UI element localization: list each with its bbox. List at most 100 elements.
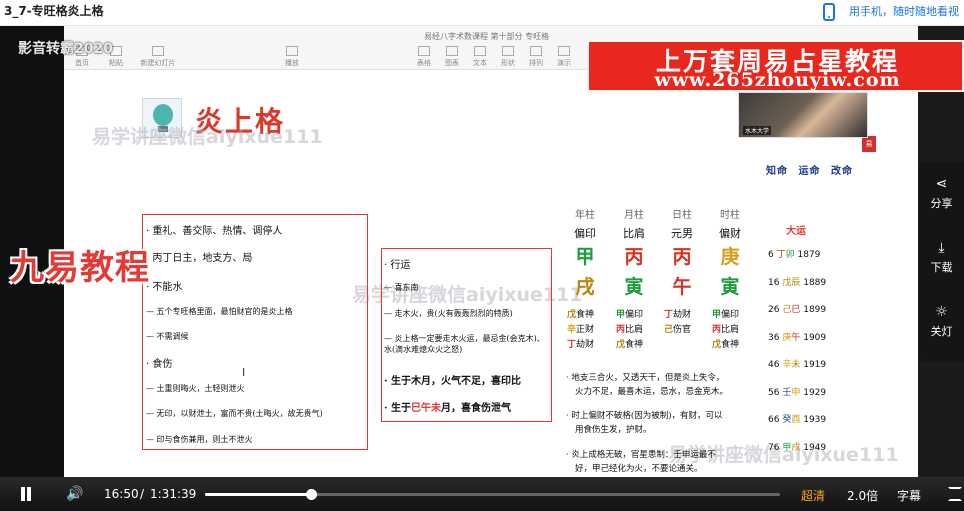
light-off-button[interactable]: ☼ 关灯	[919, 304, 964, 339]
hidden-stem-char: 丁	[664, 310, 674, 320]
analysis-note: 火力不足，最喜木运，忌水，忌金克木。	[575, 387, 729, 397]
luck-pillar-row: 26 己巳 1899	[768, 302, 826, 315]
ppt-btn-play: 播放	[278, 46, 306, 68]
ppt-btn-present: 演示	[550, 46, 578, 68]
hidden-stem-char: 甲	[712, 310, 722, 320]
player-controls: 🔊 16:50 / 1:31:39 超清 2.0倍 字幕	[0, 477, 964, 511]
earthly-branch: 寅	[624, 276, 644, 298]
promo-url: www.265zhouyiw.com	[654, 69, 901, 91]
pillar-header: 年柱	[575, 210, 595, 221]
luck-year: 1949	[800, 442, 827, 453]
luck-stem: 辛	[782, 360, 792, 370]
luck-line: · 生于巳午未月，喜食伤泄气	[384, 399, 511, 414]
traits-line: · 食伤	[146, 359, 173, 370]
light-off-icon: ☼	[935, 304, 948, 320]
heavenly-stem: 庚	[720, 246, 740, 268]
luck-year: 1919	[800, 360, 827, 370]
subtitle-button[interactable]: 字幕	[897, 487, 921, 504]
pause-button[interactable]	[19, 487, 33, 501]
hidden-stem-entry: 丙比肩	[616, 322, 643, 335]
luck-stem: 戊	[782, 277, 792, 288]
luck-stem: 庚	[782, 332, 792, 343]
hidden-stem-god: 比肩	[721, 325, 740, 335]
luck-branch: 戌	[791, 442, 801, 453]
luck-year: 1879	[794, 250, 821, 260]
traits-line: — 印与食伤兼用，则土不泄火	[146, 435, 253, 444]
luck-pillar-row: 6 丁卯 1879	[768, 247, 820, 260]
hidden-stem-char: 戊	[567, 310, 577, 320]
webcam-label: 水木大学	[743, 126, 772, 135]
hidden-stem-god: 偏印	[625, 310, 644, 320]
text-cursor: I	[242, 366, 246, 379]
current-time: 16:50	[104, 487, 139, 501]
hidden-stem-entry: 丁劫财	[567, 337, 594, 350]
luck-branch: 午	[791, 332, 801, 343]
ppt-btn-arrange: 排列	[522, 46, 550, 68]
pillar-header: 日柱	[672, 210, 692, 221]
luck-age: 76	[768, 442, 783, 453]
hidden-stem-god: 比肩	[625, 325, 644, 335]
video-title: 3_7-专旺格炎上格	[4, 4, 104, 18]
ppt-btn-table: 表格	[410, 46, 438, 68]
luck-year: 1889	[800, 277, 827, 288]
volume-icon[interactable]: 🔊	[66, 486, 84, 502]
hidden-stem-char: 戊	[616, 340, 626, 350]
luck-line: · 行运	[384, 260, 411, 271]
luck-year: 1909	[800, 332, 827, 343]
hidden-stem-god: 食神	[625, 340, 644, 350]
total-duration: 1:31:39	[150, 487, 197, 501]
share-button[interactable]: ⋖ 分享	[919, 176, 964, 211]
luck-stem: 己	[782, 305, 792, 315]
speed-button[interactable]: 2.0倍	[847, 487, 878, 504]
luck-stem: 壬	[782, 387, 792, 398]
fullscreen-icon[interactable]	[948, 487, 962, 501]
title-bar: 3_7-专旺格炎上格 用手机，随时随地看视	[0, 0, 964, 26]
luck-age: 36	[768, 332, 783, 343]
watch-on-phone-link[interactable]: 用手机，随时随地看视	[849, 3, 959, 19]
recorder-watermark: 影音转霸2020	[18, 41, 113, 57]
pillar-ten-god: 元男	[671, 227, 693, 240]
luck-branch: 未	[791, 360, 801, 370]
heavenly-stem: 丙	[672, 246, 692, 268]
luck-line-suffix: 月，喜食伤泄气	[440, 403, 511, 414]
hidden-stem-entry: 戊食神	[616, 337, 643, 350]
ppt-btn-shape: 形状	[494, 46, 522, 68]
earthly-branch: 午	[672, 276, 692, 298]
hidden-stem-god: 劫财	[576, 340, 595, 350]
hidden-stem-god: 食神	[721, 340, 740, 350]
luck-branch: 辰	[791, 277, 801, 288]
ppt-btn-text: 文本	[466, 46, 494, 68]
time-separator: /	[140, 487, 145, 501]
analysis-note: 好，甲己经化为火，不要论通关。	[575, 464, 703, 474]
luck-pillar-row: 46 辛未 1919	[768, 357, 826, 370]
brand-overlay: 九易教程	[10, 248, 150, 288]
traits-line: — 五个专旺格里面，最怕财官的是炎上格	[146, 307, 293, 316]
traits-line: · 不能水	[146, 282, 183, 293]
pillar-header: 时柱	[720, 210, 740, 221]
luck-pillar-row: 66 癸酉 1939	[768, 412, 826, 425]
luck-line: — 炎上格一定要走木火运，最忌金(会克木)、水(滴水难熄众火之怒)	[384, 334, 545, 354]
hidden-stem-char: 丙	[616, 325, 626, 335]
luck-age: 26	[768, 305, 783, 315]
progress-handle[interactable]	[305, 489, 317, 500]
share-label: 分享	[930, 197, 953, 210]
luck-age: 6	[768, 250, 777, 260]
hidden-stem-god: 食神	[576, 310, 595, 320]
hidden-stem-god: 正财	[576, 325, 595, 335]
quality-button[interactable]: 超清	[801, 487, 825, 504]
hidden-stem-entry: 甲偏印	[616, 307, 643, 320]
ppt-btn-chart: 图表	[438, 46, 466, 68]
phone-icon[interactable]	[823, 3, 835, 21]
analysis-note: · 地支三合火，又透天干，但是炎上失令，	[566, 373, 725, 383]
progress-bar[interactable]	[205, 489, 780, 500]
ppt-file-title: 易经八字术数课程 第十部分 专旺格	[424, 32, 550, 41]
heavenly-stem: 甲	[575, 246, 595, 268]
hidden-stem-god: 偏印	[721, 310, 740, 320]
hidden-stem-char: 甲	[616, 310, 626, 320]
traits-line: · 重礼、善交际、热情、调停人	[146, 226, 283, 237]
analysis-note: · 炎上成格无破，官星患制：壬申运最不	[566, 450, 716, 460]
hidden-stem-god: 劫财	[673, 310, 692, 320]
luck-line-prefix: · 生于	[384, 403, 411, 414]
luck-branch: 巳	[791, 305, 801, 315]
download-button[interactable]: ⤓ 下载	[919, 240, 964, 275]
